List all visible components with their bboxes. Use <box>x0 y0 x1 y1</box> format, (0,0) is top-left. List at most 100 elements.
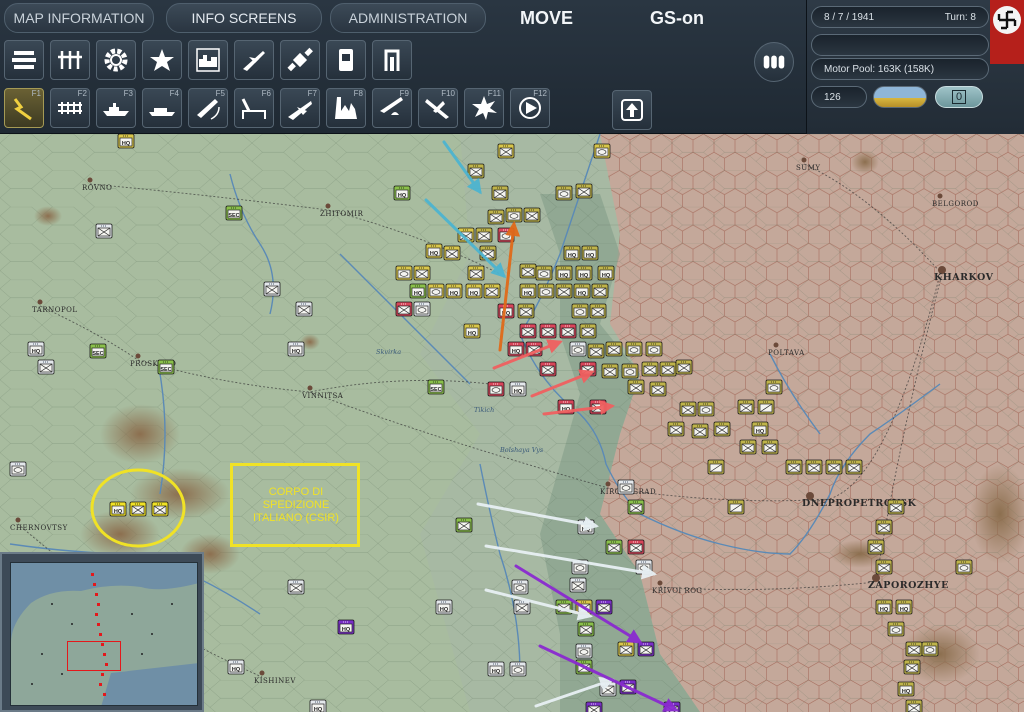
unit-counter[interactable] <box>627 379 645 395</box>
unit-counter[interactable]: HQ <box>575 265 593 281</box>
unit-counter[interactable]: SEC <box>225 205 243 221</box>
unit-counter[interactable]: HQ <box>581 245 599 261</box>
unit-counter[interactable]: HQ <box>109 501 127 517</box>
unit-counter[interactable]: HQ <box>117 134 135 149</box>
unit-counter[interactable] <box>569 341 587 357</box>
upload-button[interactable] <box>612 90 652 130</box>
unit-counter[interactable] <box>575 183 593 199</box>
unit-counter[interactable]: HQ <box>487 661 505 677</box>
unit-counter[interactable] <box>487 381 505 397</box>
unit-counter[interactable] <box>605 539 623 555</box>
unit-counter[interactable] <box>845 459 863 475</box>
unit-counter[interactable] <box>637 641 655 657</box>
unit-counter[interactable] <box>443 245 461 261</box>
unit-counter[interactable]: HQ <box>597 265 615 281</box>
unit-counter[interactable]: HQ <box>425 243 443 259</box>
unit-counter[interactable] <box>467 265 485 281</box>
unit-counter[interactable] <box>575 643 593 659</box>
toolbar-f2-button[interactable]: F2 <box>50 88 90 128</box>
unit-counter[interactable] <box>605 341 623 357</box>
unit-counter[interactable]: HQ <box>27 341 45 357</box>
unit-counter[interactable] <box>455 517 473 533</box>
unit-counter[interactable] <box>427 283 445 299</box>
unit-counter[interactable] <box>645 341 663 357</box>
unit-counter[interactable] <box>713 421 731 437</box>
unit-counter[interactable] <box>537 283 555 299</box>
unit-counter[interactable] <box>707 459 725 475</box>
tab-map-information[interactable]: MAP INFORMATION <box>4 3 154 33</box>
unit-counter[interactable] <box>737 399 755 415</box>
unit-stack-button[interactable] <box>754 42 794 82</box>
unit-counter[interactable] <box>727 499 745 515</box>
unit-counter[interactable]: HQ <box>393 185 411 201</box>
unit-counter[interactable]: HQ <box>895 599 913 615</box>
unit-counter[interactable] <box>535 265 553 281</box>
unit-counter[interactable] <box>825 459 843 475</box>
unit-counter[interactable] <box>921 641 939 657</box>
unit-counter[interactable]: HQ <box>519 283 537 299</box>
unit-counter[interactable] <box>621 363 639 379</box>
unit-counter[interactable] <box>765 379 783 395</box>
unit-counter[interactable] <box>617 641 635 657</box>
unit-counter[interactable]: HQ <box>507 341 525 357</box>
unit-counter[interactable]: HQ <box>227 659 245 675</box>
unit-counter[interactable]: HQ <box>287 341 305 357</box>
toolbar-f6-button[interactable]: F6 <box>234 88 274 128</box>
unit-counter[interactable] <box>577 621 595 637</box>
unit-counter[interactable]: SEC <box>427 379 445 395</box>
unit-counter[interactable] <box>625 341 643 357</box>
unit-counter[interactable] <box>129 501 147 517</box>
unit-counter[interactable] <box>569 577 587 593</box>
unit-counter[interactable] <box>513 599 531 615</box>
unit-counter[interactable] <box>9 461 27 477</box>
victory-button[interactable] <box>142 40 182 80</box>
unit-counter[interactable]: SEC <box>157 359 175 375</box>
unit-counter[interactable] <box>905 641 923 657</box>
unit-counter[interactable]: HQ <box>563 245 581 261</box>
unit-counter[interactable] <box>151 501 169 517</box>
unit-counter[interactable] <box>887 621 905 637</box>
unit-counter[interactable] <box>867 539 885 555</box>
unit-counter[interactable] <box>691 423 709 439</box>
settings-button[interactable] <box>96 40 136 80</box>
unit-counter[interactable] <box>649 381 667 397</box>
toolbar-f7-button[interactable]: F7 <box>280 88 320 128</box>
unit-counter[interactable] <box>903 659 921 675</box>
toolbar-f9-button[interactable]: F9 <box>372 88 412 128</box>
unit-counter[interactable] <box>413 265 431 281</box>
unit-counter[interactable] <box>523 207 541 223</box>
unit-counter[interactable] <box>659 361 677 377</box>
unit-counter[interactable] <box>875 519 893 535</box>
unit-counter[interactable] <box>555 283 573 299</box>
unit-counter[interactable] <box>37 359 55 375</box>
unit-counter[interactable]: HQ <box>573 283 591 299</box>
unit-counter[interactable] <box>641 361 659 377</box>
unit-counter[interactable] <box>483 283 501 299</box>
unit-counter[interactable]: HQ <box>435 599 453 615</box>
unit-counter[interactable]: HQ <box>875 599 893 615</box>
unit-counter[interactable] <box>539 361 557 377</box>
toolbar-f3-button[interactable]: F3 <box>96 88 136 128</box>
toolbar-f12-button[interactable]: F12 <box>510 88 550 128</box>
unit-counter[interactable] <box>519 263 537 279</box>
air-units-button[interactable] <box>234 40 274 80</box>
unit-counter[interactable] <box>579 323 597 339</box>
unit-counter[interactable]: HQ <box>555 265 573 281</box>
unit-counter[interactable]: HQ <box>463 323 481 339</box>
unit-counter[interactable]: HQ <box>897 681 915 697</box>
unit-counter[interactable] <box>679 401 697 417</box>
naval-unit-button[interactable] <box>4 40 44 80</box>
unit-counter[interactable] <box>395 265 413 281</box>
minimap-viewport-rect[interactable] <box>67 641 121 671</box>
unit-counter[interactable]: HQ <box>509 381 527 397</box>
supply-button[interactable] <box>326 40 366 80</box>
tab-info-screens[interactable]: INFO SCREENS <box>166 3 322 33</box>
unit-counter[interactable]: HQ <box>465 283 483 299</box>
infantry-button[interactable] <box>50 40 90 80</box>
unit-counter[interactable]: HQ <box>445 283 463 299</box>
toolbar-f11-button[interactable]: F11 <box>464 88 504 128</box>
satellite-button[interactable] <box>280 40 320 80</box>
unit-counter[interactable]: HQ <box>309 699 327 712</box>
unit-counter[interactable] <box>905 699 923 712</box>
unit-counter[interactable] <box>519 323 537 339</box>
